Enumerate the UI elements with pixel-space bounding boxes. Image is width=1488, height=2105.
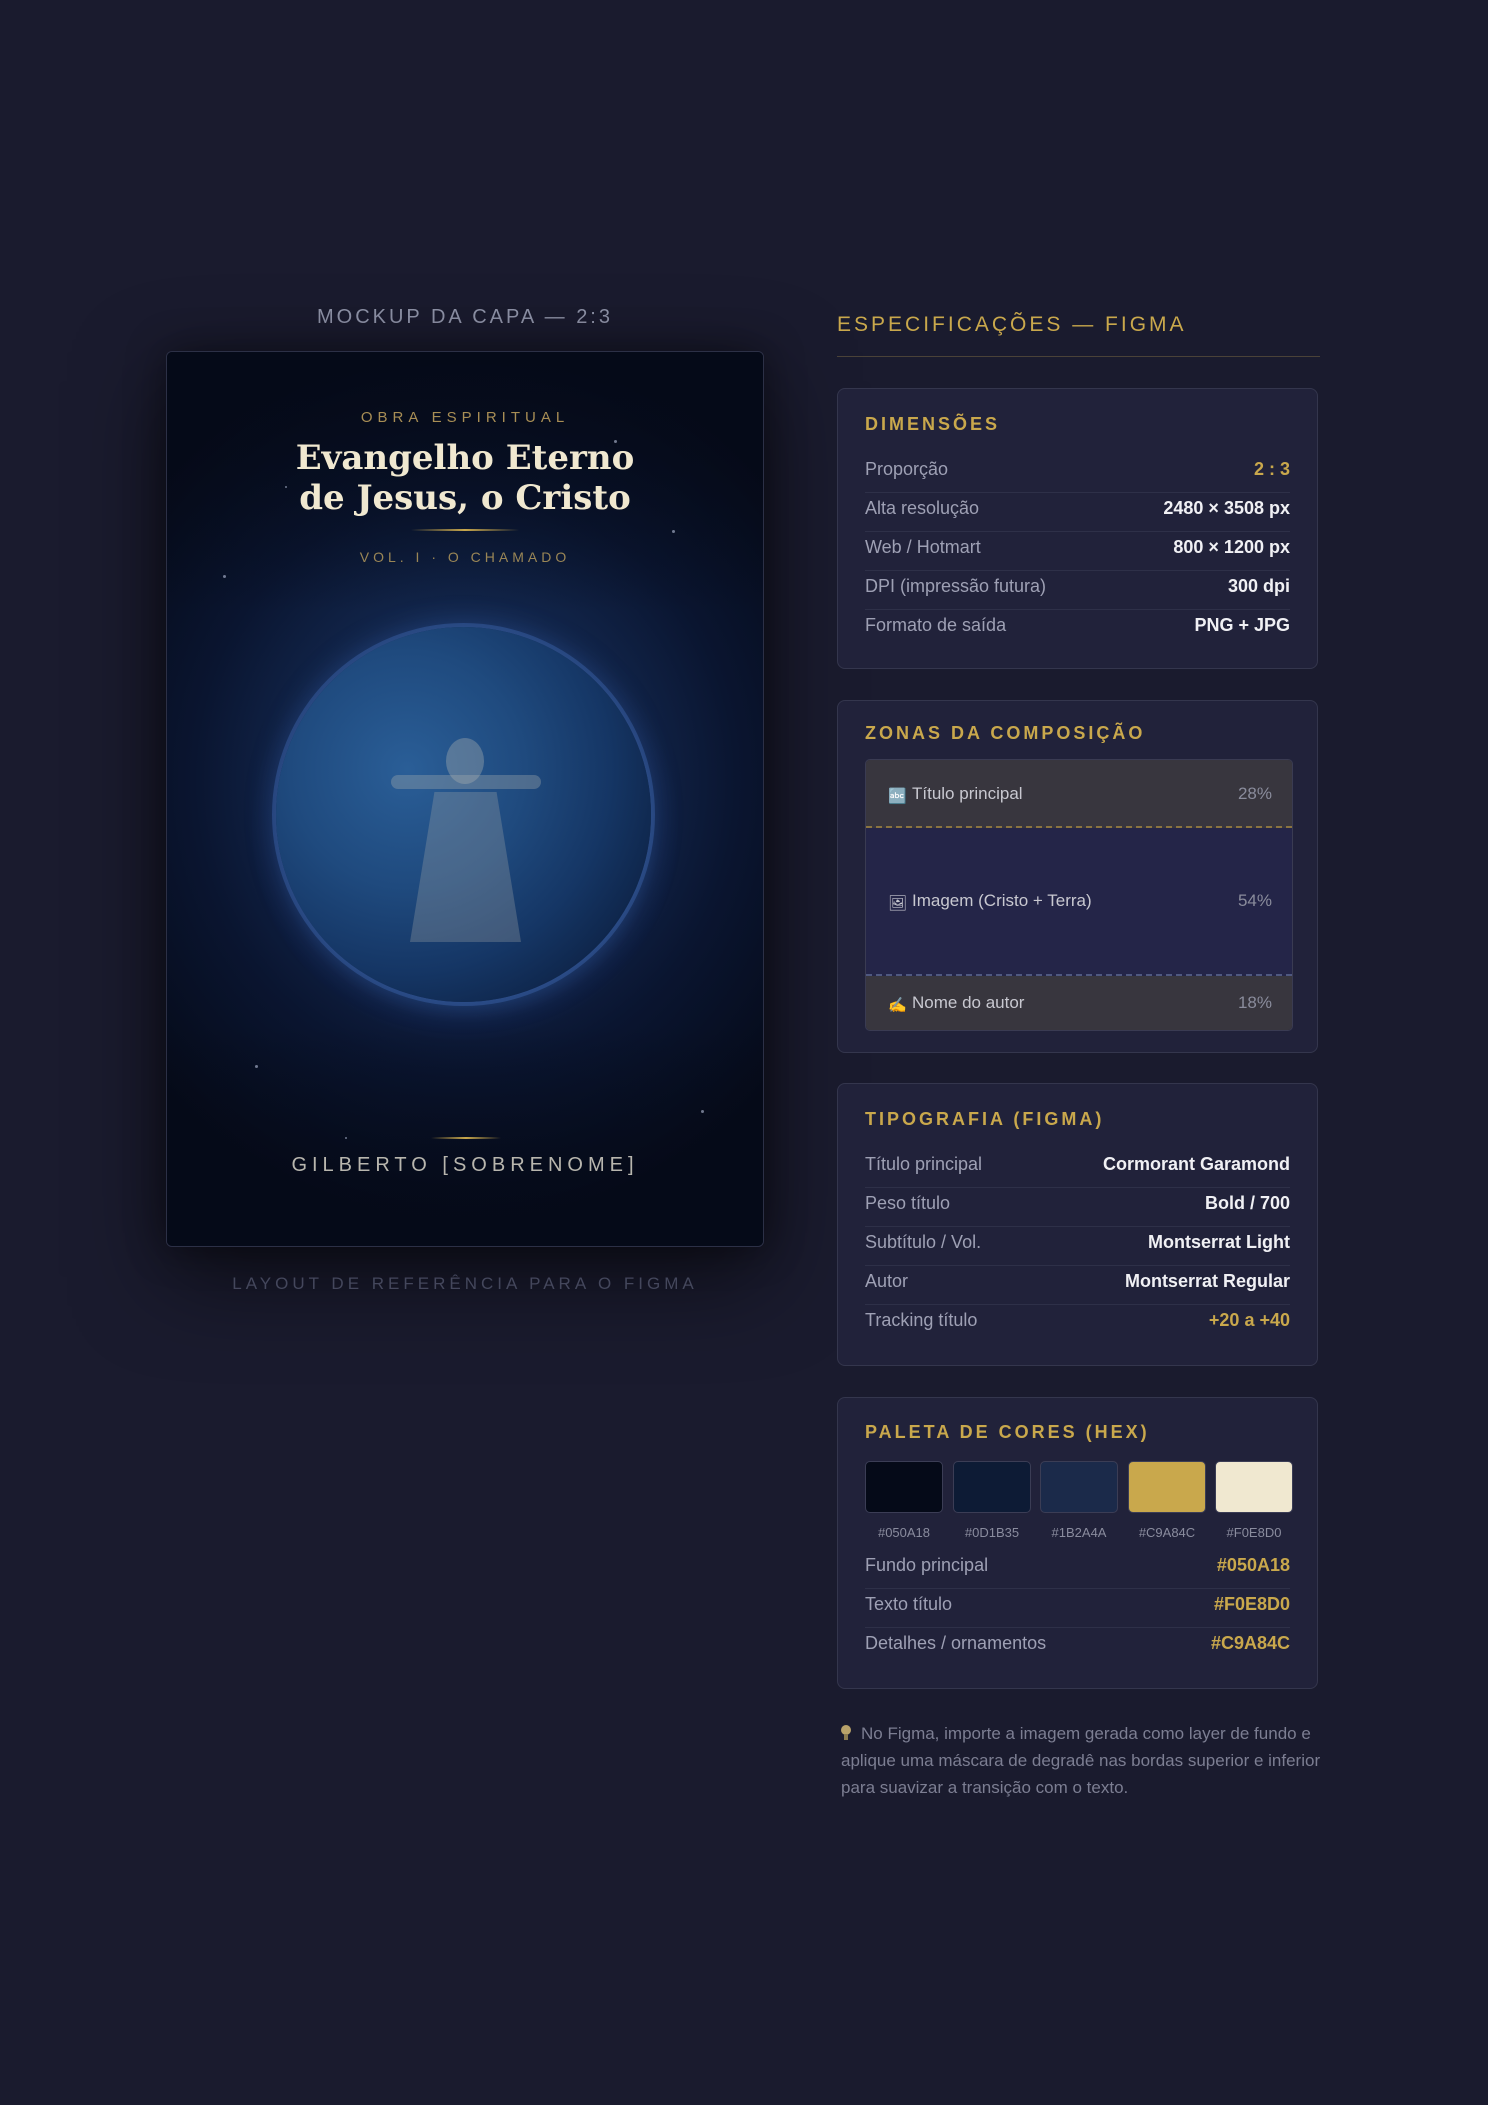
- swatch-hex-label: #F0E8D0: [1226, 1525, 1282, 1540]
- christ-figure-arms: [391, 775, 541, 789]
- swatch-hex-label: #050A18: [877, 1525, 931, 1540]
- zone-author: ✍ Nome do autor 18%: [866, 976, 1292, 1030]
- star-dot: [672, 530, 675, 533]
- card-heading: PALETA DE CORES (HEX): [865, 1422, 1150, 1442]
- zone-label: ✍ Nome do autor: [888, 993, 1025, 1014]
- spec-row: Formato de saída PNG + JPG: [865, 609, 1290, 648]
- spec-value: Cormorant Garamond: [1102, 1154, 1290, 1174]
- card-heading: ZONAS DA COMPOSIÇÃO: [865, 723, 1146, 743]
- color-swatch[interactable]: [1128, 1461, 1206, 1513]
- spec-label: Alta resolução: [865, 498, 980, 518]
- typography-card: TIPOGRAFIA (FIGMA) Título principal Corm…: [837, 1083, 1318, 1366]
- spec-row: Subtítulo / Vol. Montserrat Light: [865, 1226, 1290, 1266]
- palette-row: Texto título #F0E8D0: [865, 1588, 1290, 1628]
- card-heading: DIMENSÕES: [865, 414, 1001, 434]
- spec-label: Web / Hotmart: [865, 537, 981, 557]
- spec-value: PNG + JPG: [1194, 615, 1290, 635]
- spec-label: Peso título: [865, 1193, 951, 1213]
- palette-label: Fundo principal: [865, 1555, 989, 1575]
- palette-card: PALETA DE CORES (HEX) #050A18 #0D1B35 #1…: [837, 1397, 1318, 1689]
- tip-text: No Figma, importe a imagem gerada como l…: [841, 1724, 1321, 1797]
- cover-title: Evangelho Eterno de Jesus, o Cristo: [207, 438, 723, 518]
- palette-value: #F0E8D0: [1213, 1594, 1290, 1614]
- spec-value: 2480 × 3508 px: [1163, 498, 1290, 518]
- color-swatch[interactable]: [1215, 1461, 1293, 1513]
- spec-value: 2 : 3: [1253, 459, 1290, 479]
- spec-row: Alta resolução 2480 × 3508 px: [865, 492, 1290, 532]
- star-dot: [345, 1137, 347, 1139]
- palette-row: Fundo principal #050A18: [865, 1549, 1290, 1589]
- color-swatch[interactable]: [953, 1461, 1031, 1513]
- swatch-hex-label: #0D1B35: [964, 1525, 1020, 1540]
- spec-row: Peso título Bold / 700: [865, 1187, 1290, 1227]
- specs-title: ESPECIFICAÇÕES — FIGMA: [837, 313, 1187, 336]
- spec-row: Web / Hotmart 800 × 1200 px: [865, 531, 1290, 571]
- zone-label: 🖼 Imagem (Cristo + Terra): [888, 891, 1092, 912]
- author-ornament-rule: [431, 1137, 501, 1139]
- title-ornament-rule: [411, 529, 519, 531]
- spec-row: Título principal Cormorant Garamond: [865, 1148, 1290, 1188]
- spec-label: Autor: [865, 1271, 909, 1291]
- color-swatch[interactable]: [1040, 1461, 1118, 1513]
- text-abc-icon: 🔤: [888, 788, 907, 805]
- specs-title-divider: [837, 356, 1320, 357]
- spec-label: Tracking título: [865, 1310, 978, 1330]
- spec-row: Autor Montserrat Regular: [865, 1265, 1290, 1305]
- writing-hand-icon: ✍: [888, 997, 907, 1014]
- card-heading: TIPOGRAFIA (FIGMA): [865, 1109, 1105, 1129]
- book-cover-mockup: OBRA ESPIRITUAL Evangelho Eterno de Jesu…: [166, 351, 764, 1247]
- cover-title-line-2: de Jesus, o Cristo: [299, 478, 631, 518]
- spec-row: Proporção 2 : 3: [865, 453, 1290, 493]
- palette-label: Detalhes / ornamentos: [865, 1633, 1047, 1653]
- zones-diagram: 🔤 Título principal 28% 🖼 Imagem (Cristo + …: [865, 759, 1293, 1031]
- dimensions-card: DIMENSÕES Proporção 2 : 3 Alta resolução…: [837, 388, 1318, 669]
- composition-zones-card: ZONAS DA COMPOSIÇÃO 🔤 Título principal 28…: [837, 700, 1318, 1053]
- spec-value: 300 dpi: [1227, 576, 1290, 596]
- cover-author: GILBERTO [SOBRENOME]: [291, 1154, 639, 1176]
- palette-value: #C9A84C: [1210, 1633, 1290, 1653]
- spec-value: Bold / 700: [1204, 1193, 1290, 1213]
- spec-value: 800 × 1200 px: [1173, 537, 1290, 557]
- cover-kicker: OBRA ESPIRITUAL: [360, 409, 570, 426]
- star-dot: [255, 1065, 258, 1068]
- palette-label: Texto título: [865, 1594, 953, 1614]
- zone-image: 🖼 Imagem (Cristo + Terra) 54%: [866, 828, 1292, 976]
- spec-label: DPI (impressão futura): [865, 576, 1047, 596]
- spec-label: Formato de saída: [865, 615, 1007, 635]
- lightbulb-icon: [841, 1725, 851, 1741]
- spec-label: Proporção: [865, 459, 949, 479]
- mockup-footer-label: LAYOUT DE REFERÊNCIA PARA O FIGMA: [232, 1274, 698, 1293]
- spec-row: Tracking título +20 a +40: [865, 1304, 1290, 1343]
- spec-row: DPI (impressão futura) 300 dpi: [865, 570, 1290, 610]
- spec-value: Montserrat Light: [1148, 1232, 1290, 1252]
- palette-row: Detalhes / ornamentos #C9A84C: [865, 1627, 1290, 1666]
- mockup-label: MOCKUP DA CAPA — 2:3: [316, 306, 613, 328]
- spec-value: Montserrat Regular: [1124, 1271, 1290, 1291]
- palette-value: #050A18: [1216, 1555, 1290, 1575]
- zone-percent: 18%: [1237, 993, 1272, 1012]
- picture-frame-icon: 🖼: [888, 895, 908, 912]
- cover-title-line-1: Evangelho Eterno: [295, 438, 635, 478]
- figma-tip: No Figma, importe a imagem gerada como l…: [841, 1720, 1321, 1801]
- spec-label: Título principal: [865, 1154, 983, 1174]
- zone-percent: 54%: [1237, 891, 1272, 910]
- zone-label: 🔤 Título principal: [888, 784, 1023, 805]
- spec-label: Subtítulo / Vol.: [865, 1232, 982, 1252]
- color-swatch[interactable]: [865, 1461, 943, 1513]
- zone-percent: 28%: [1237, 784, 1272, 803]
- cover-bottom-gradient: [167, 1026, 763, 1246]
- star-dot: [701, 1110, 704, 1113]
- star-dot: [223, 575, 226, 578]
- zone-title: 🔤 Título principal 28%: [866, 760, 1292, 828]
- swatch-hex-label: #1B2A4A: [1051, 1525, 1107, 1540]
- page: MOCKUP DA CAPA — 2:3 OBRA ESPIRITUAL Eva…: [0, 0, 1488, 2105]
- cover-volume: VOL. I · O CHAMADO: [359, 549, 571, 565]
- swatch-hex-label: #C9A84C: [1138, 1525, 1196, 1540]
- spec-value: +20 a +40: [1208, 1310, 1290, 1330]
